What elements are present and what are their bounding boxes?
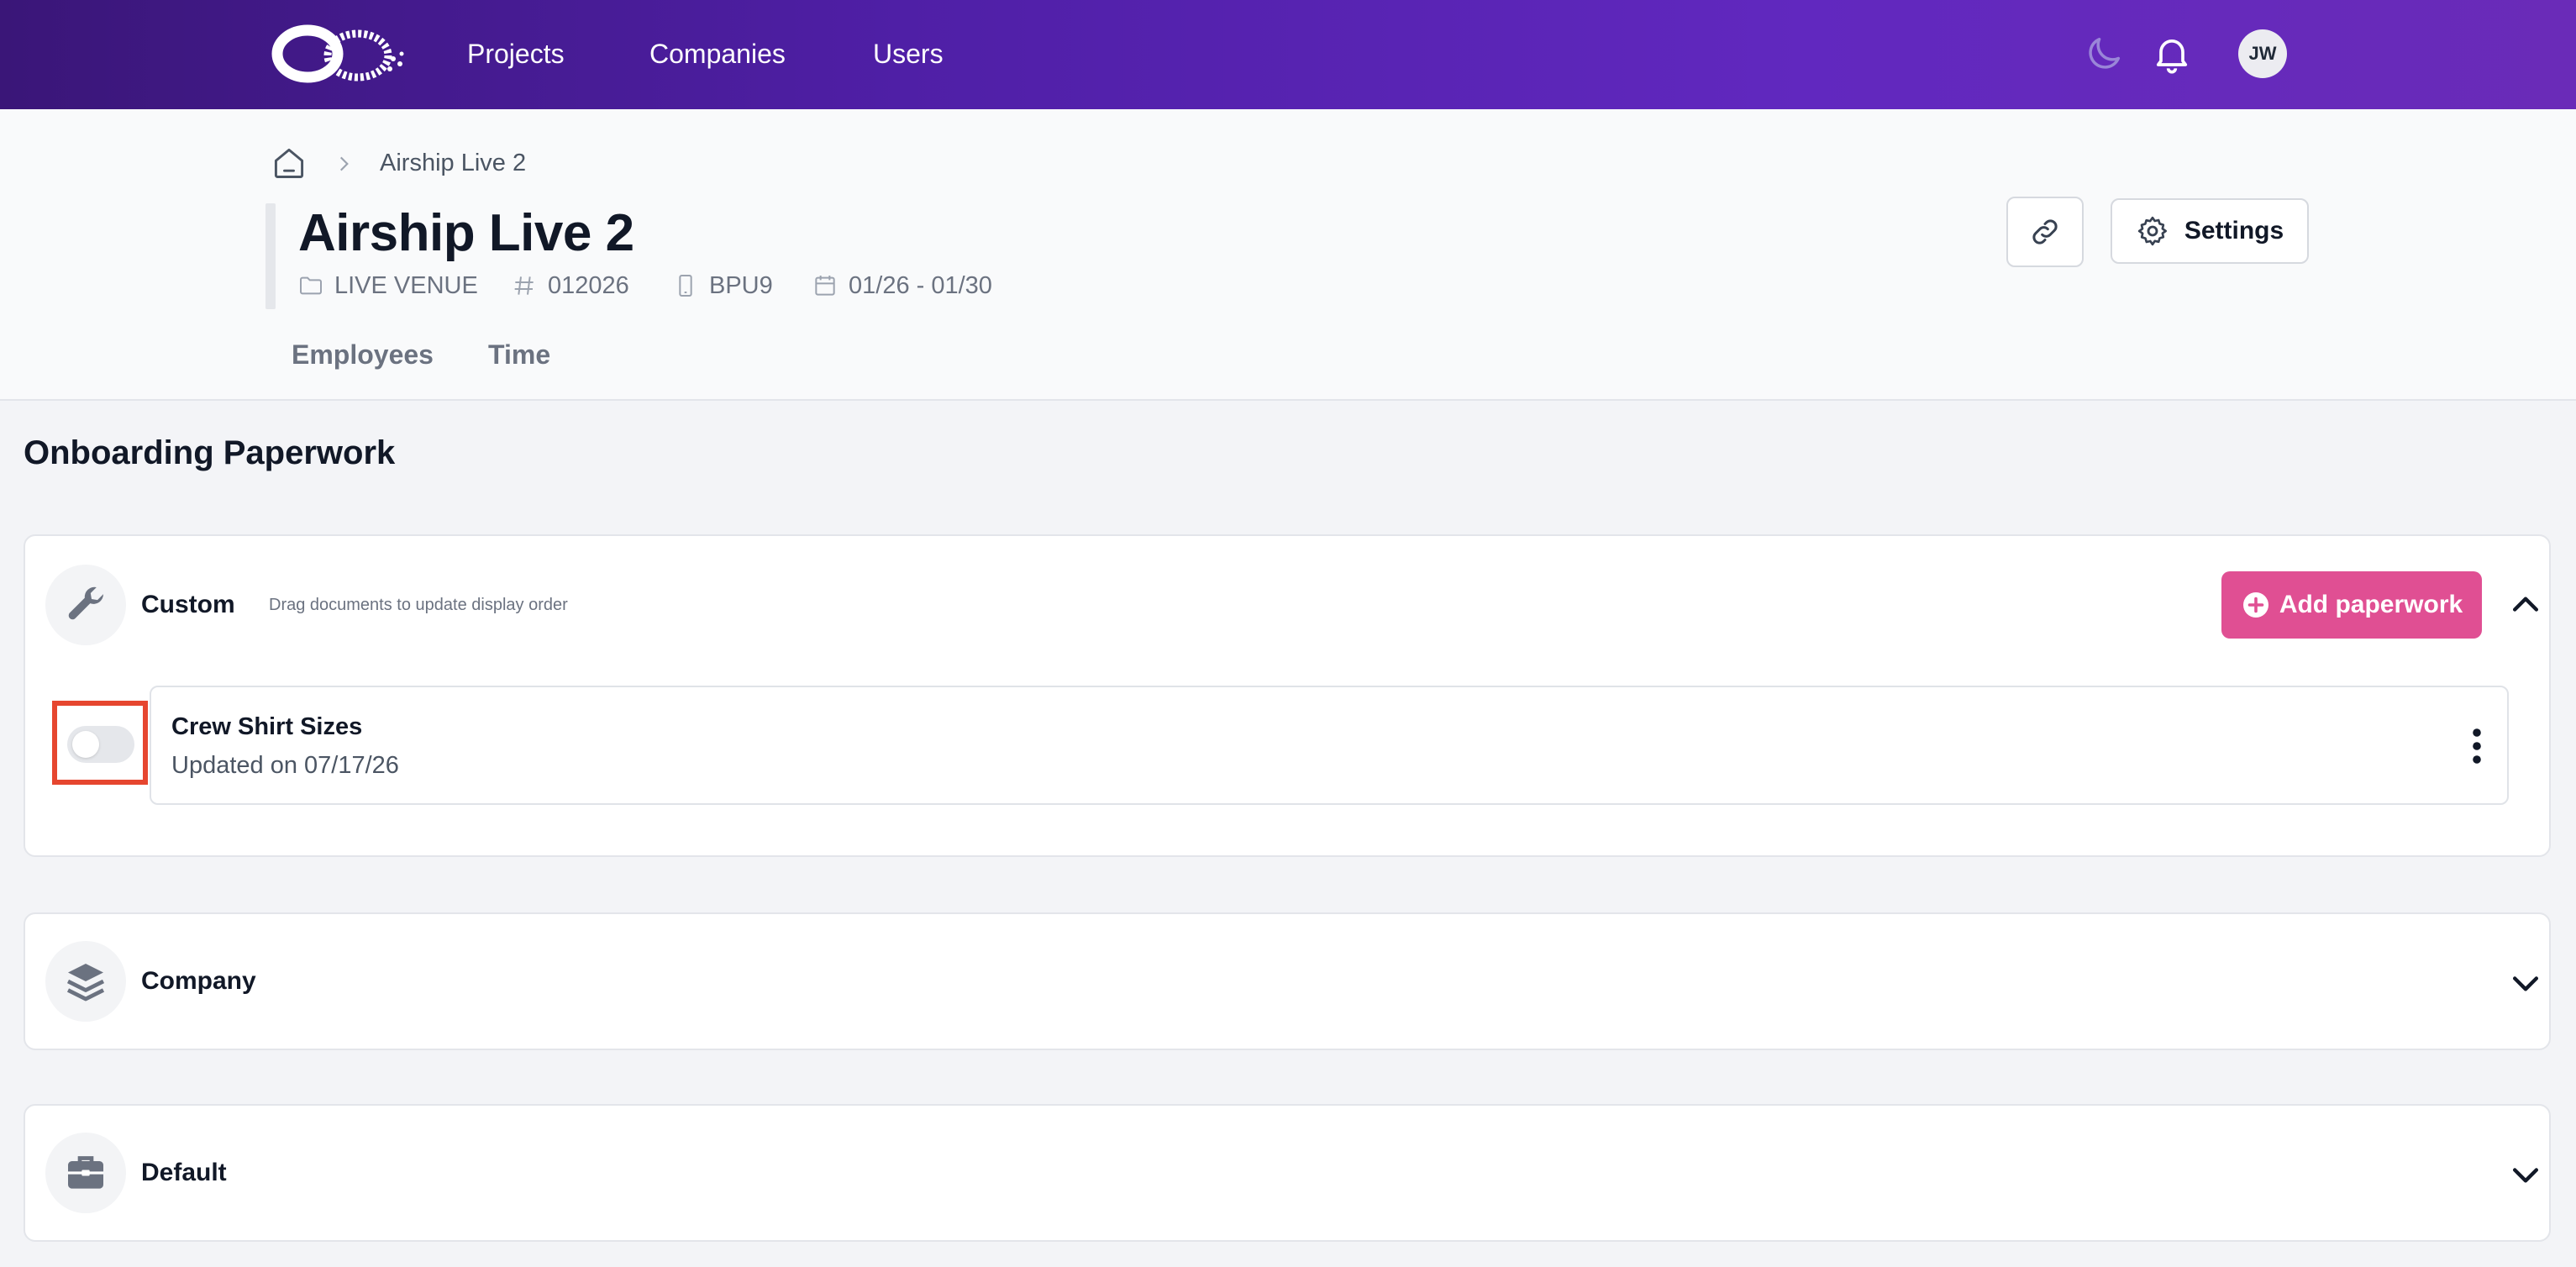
wrench-icon: [68, 586, 103, 620]
custom-card-title: Custom: [141, 591, 235, 618]
chevron-right-icon: [339, 156, 349, 171]
toggle-highlight: [52, 701, 148, 785]
copy-link-button[interactable]: [2006, 197, 2084, 267]
settings-button[interactable]: Settings: [2111, 198, 2309, 264]
briefcase-icon-circle: [45, 1133, 126, 1213]
moon-icon[interactable]: [2082, 32, 2126, 76]
logo-icon[interactable]: [267, 20, 408, 87]
chevron-down-icon[interactable]: [2507, 965, 2544, 1002]
breadcrumb-current: Airship Live 2: [380, 150, 527, 176]
drag-hint: Drag documents to update display order: [269, 596, 568, 614]
calendar-icon: [815, 276, 835, 296]
add-paperwork-label: Add paperwork: [2279, 591, 2463, 618]
top-navigation: Projects Companies Users JW: [0, 0, 2576, 109]
more-options-icon[interactable]: [2468, 726, 2485, 766]
project-type-label: LIVE VENUE: [334, 271, 478, 299]
document-updated: Updated on 07/17/26: [171, 752, 399, 779]
hash-icon: [514, 276, 534, 295]
briefcase-icon: [68, 1156, 103, 1189]
layers-icon-circle: [45, 941, 126, 1022]
tab-employees[interactable]: Employees: [292, 338, 434, 371]
toggle-knob: [72, 731, 99, 758]
user-avatar[interactable]: JW: [2238, 29, 2287, 78]
wrench-icon-circle: [45, 565, 126, 645]
nav-users[interactable]: Users: [873, 34, 944, 74]
document-name: Crew Shirt Sizes: [171, 713, 363, 740]
project-type: LIVE VENUE: [297, 269, 478, 302]
project-code: BPU9: [672, 269, 773, 302]
tab-time[interactable]: Time: [488, 338, 550, 371]
add-paperwork-button[interactable]: Add paperwork: [2221, 571, 2482, 639]
device-icon: [679, 275, 692, 297]
page-title: Airship Live 2: [298, 204, 634, 262]
project-number-label: 012026: [548, 271, 629, 299]
settings-label: Settings: [2184, 217, 2284, 244]
title-accent-bar: [265, 203, 276, 309]
chevron-up-icon[interactable]: [2507, 586, 2544, 623]
chevron-down-icon[interactable]: [2507, 1156, 2544, 1193]
project-dates: 01/26 - 01/30: [812, 269, 992, 302]
nav-projects[interactable]: Projects: [467, 34, 565, 74]
project-number: 012026: [511, 269, 629, 302]
link-icon: [2032, 219, 2058, 244]
default-card-title: Default: [141, 1159, 227, 1186]
project-code-label: BPU9: [709, 271, 773, 299]
project-dates-label: 01/26 - 01/30: [849, 271, 992, 299]
home-icon[interactable]: [271, 145, 308, 181]
custom-paperwork-card: Custom Drag documents to update display …: [24, 534, 2551, 857]
document-row[interactable]: Crew Shirt Sizes Updated on 07/17/26: [150, 686, 2509, 805]
document-enable-toggle[interactable]: [67, 726, 134, 763]
default-paperwork-card[interactable]: Default: [24, 1104, 2551, 1242]
bell-icon[interactable]: [2150, 32, 2194, 76]
section-heading: Onboarding Paperwork: [24, 434, 396, 471]
project-header: Airship Live 2 Airship Live 2 LIVE VENUE…: [0, 109, 2576, 401]
layers-icon: [66, 964, 105, 1002]
company-paperwork-card[interactable]: Company: [24, 912, 2551, 1050]
folder-icon: [300, 276, 322, 295]
gear-icon: [2137, 216, 2167, 246]
company-card-title: Company: [141, 967, 256, 995]
plus-circle-icon: [2242, 592, 2268, 618]
nav-companies[interactable]: Companies: [649, 34, 786, 74]
